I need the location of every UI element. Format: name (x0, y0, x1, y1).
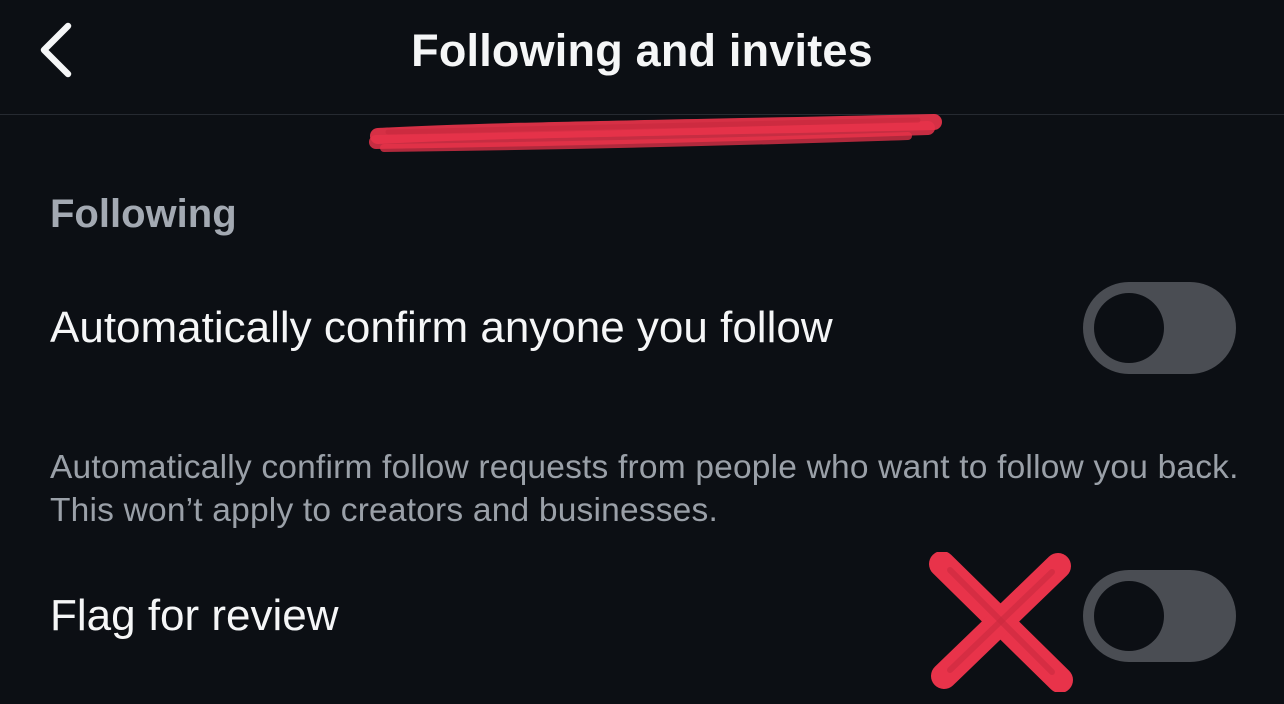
toggle-knob (1094, 293, 1164, 363)
setting-row-flag-for-review[interactable]: Flag for review (0, 568, 1284, 668)
red-redaction-scribble (368, 108, 944, 164)
setting-label: Flag for review (50, 591, 339, 640)
toggle-knob (1094, 581, 1164, 651)
setting-label: Automatically confirm anyone you follow (50, 303, 833, 352)
settings-screen: Following and invites Following Automati… (0, 0, 1284, 704)
auto-confirm-toggle[interactable] (1083, 282, 1236, 374)
page-title: Following and invites (411, 25, 873, 76)
flag-for-review-toggle[interactable] (1083, 570, 1236, 662)
section-header-following: Following (50, 192, 237, 236)
setting-row-auto-confirm[interactable]: Automatically confirm anyone you follow (0, 280, 1284, 380)
setting-description: Automatically confirm follow requests fr… (50, 449, 1239, 529)
top-nav-bar: Following and invites (0, 0, 1284, 115)
red-x-annotation-icon (928, 552, 1076, 692)
